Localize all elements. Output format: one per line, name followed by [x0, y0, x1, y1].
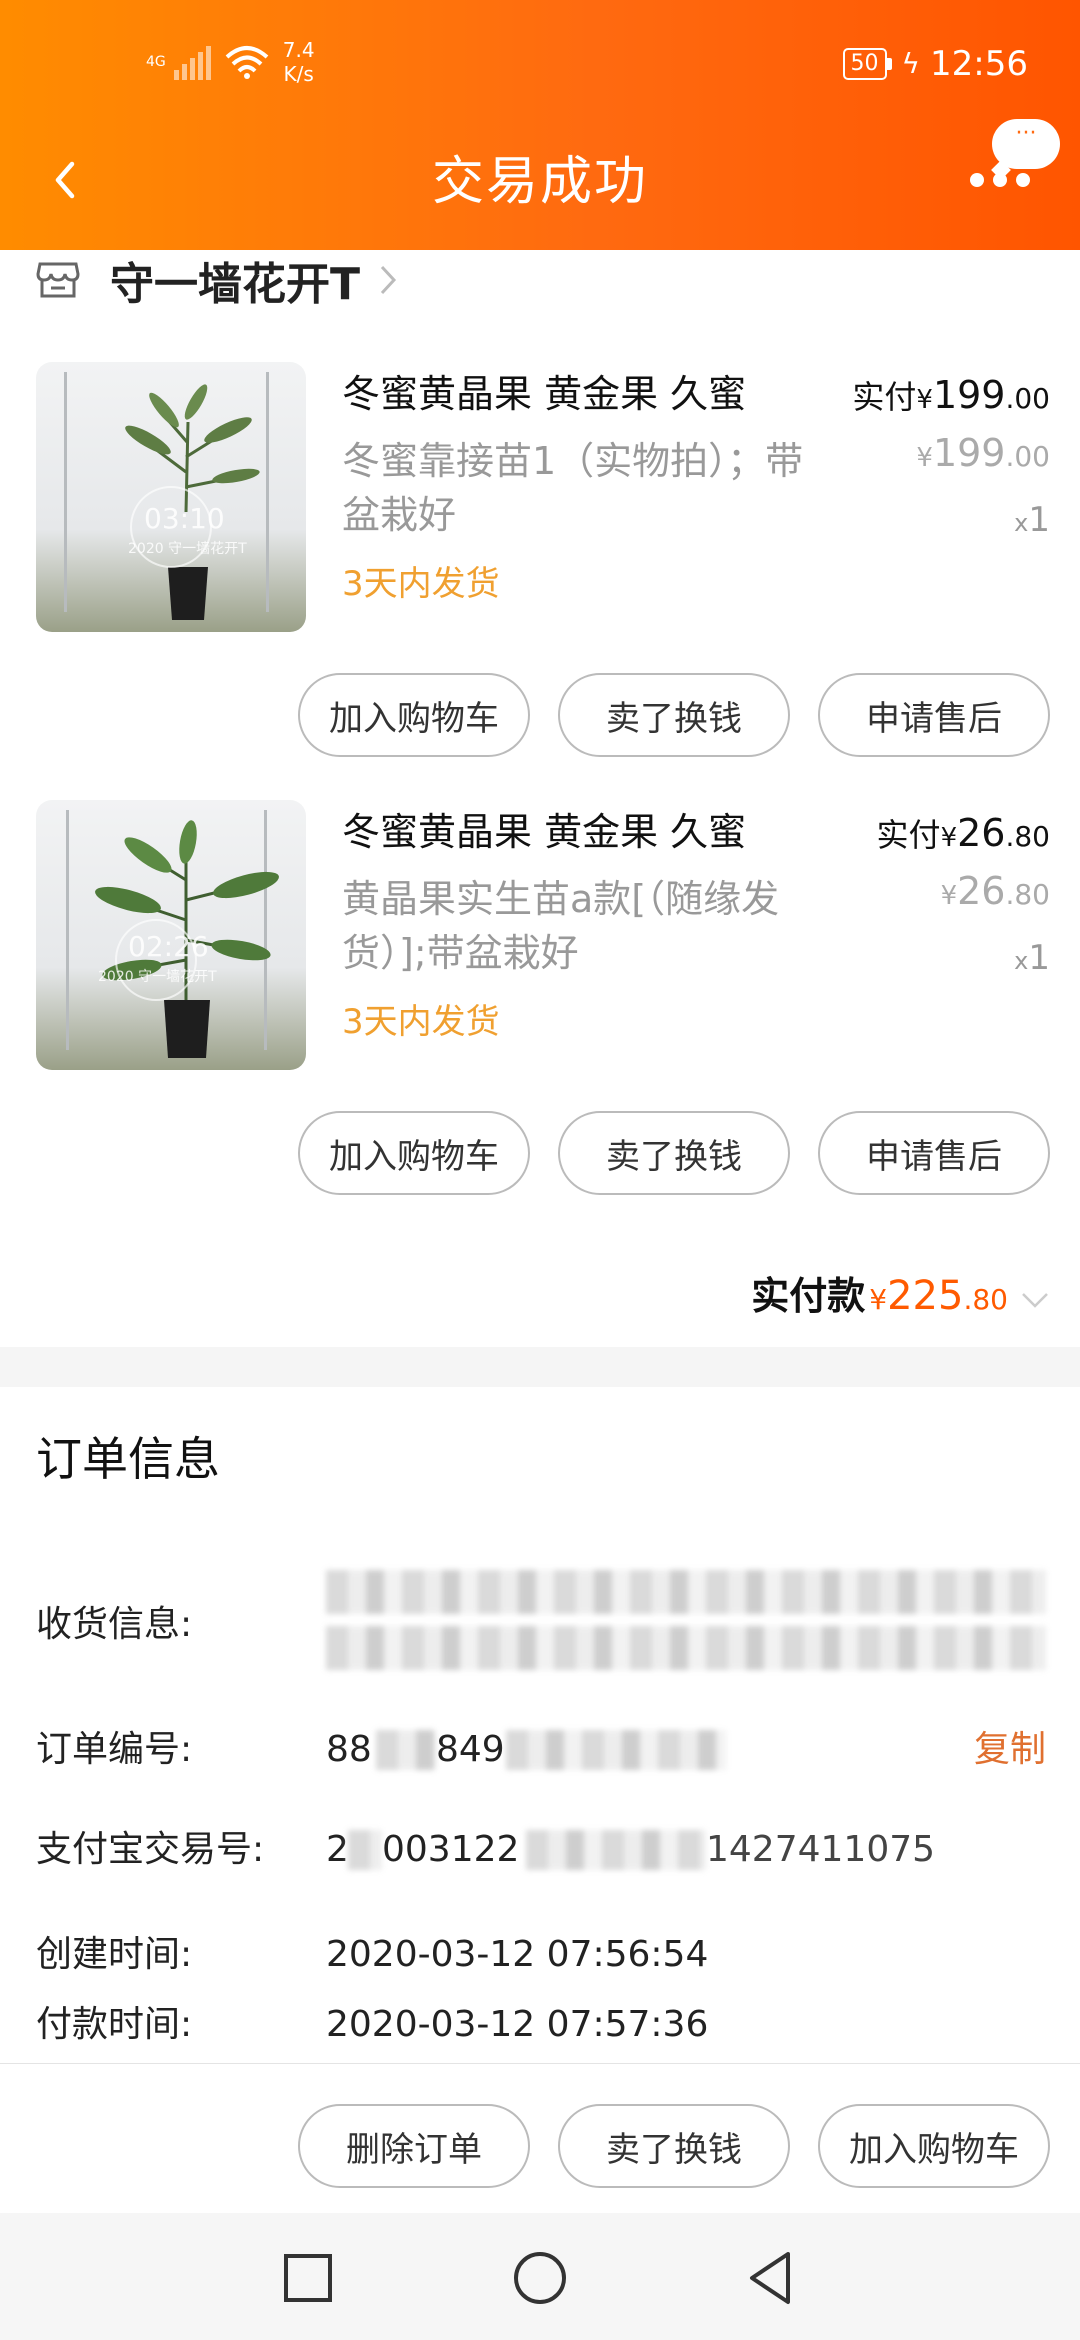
signal-icon [173, 44, 211, 80]
item-shipping: 3天内发货 [342, 564, 500, 604]
item-sku: 黄晶果实生苗a款[（随缘发货）];带盆栽好 [342, 877, 780, 975]
recent-apps-icon[interactable] [278, 2248, 338, 2308]
order-number-mid: 849 [436, 1729, 505, 1770]
alipay-value-mid: 003122 [382, 1829, 520, 1870]
photo-timestamp: 03:10 [144, 502, 225, 535]
receiver-info-row: 收货信息: [36, 1570, 1046, 1680]
status-time: 12:56 [930, 44, 1028, 84]
order-number-value: 88 [326, 1729, 372, 1770]
created-time-label: 创建时间: [36, 1934, 193, 1975]
total-amount: ¥225.80 [869, 1273, 1008, 1319]
charging-icon: ϟ [901, 47, 921, 80]
item-actions: 加入购物车 卖了换钱 申请售后 [298, 1111, 1050, 1195]
created-time-value: 2020-03-12 07:56:54 [326, 1934, 709, 1975]
back-triangle-icon[interactable] [740, 2248, 800, 2308]
order-number-row: 订单编号: 88 849 复制 [36, 1720, 1046, 1780]
app-header: 4G 7.4 K/s 50 ϟ 12:56 交易成功 ··· [0, 0, 1080, 250]
receiver-label: 收货信息: [36, 1604, 193, 1645]
total-payment[interactable]: 实付款 ¥225.80 [751, 1265, 1050, 1320]
redacted-address [326, 1626, 1046, 1670]
battery-icon: 50 [842, 48, 892, 80]
item-paid-price: 实付¥26.80 [876, 811, 1050, 855]
wifi-icon [225, 46, 269, 79]
item-original-price: ¥26.80 [940, 869, 1050, 913]
shop-link[interactable]: 守一墙花开T [36, 250, 398, 310]
redacted-address [326, 1570, 1046, 1614]
redacted-text [348, 1830, 382, 1870]
delete-order-button[interactable]: 删除订单 [298, 2104, 530, 2188]
battery-level: 50 [842, 48, 887, 80]
network-speed: 7.4 K/s [283, 38, 315, 86]
add-to-cart-button[interactable]: 加入购物车 [818, 2104, 1050, 2188]
order-info-card: 订单信息 收货信息: 订单编号: 88 849 复制 支付宝交易号: 2 003… [0, 1387, 1080, 2063]
status-bar-right: 50 ϟ 12:56 [842, 44, 1028, 84]
alipay-number-row: 支付宝交易号: 2 003122 1427411075 [36, 1820, 1046, 1880]
order-item[interactable]: 02:26 2020 守一墙花开T 冬蜜黄晶果 黄金果 久蜜 黄晶果实生苗a款[… [0, 800, 1080, 1070]
alipay-label: 支付宝交易号: [36, 1829, 265, 1870]
photo-caption: 2020 守一墙花开T [98, 969, 217, 985]
item-quantity: x1 [1014, 500, 1050, 540]
product-image: 02:26 2020 守一墙花开T [36, 800, 306, 1070]
after-sales-button[interactable]: 申请售后 [818, 673, 1050, 757]
after-sales-button[interactable]: 申请售后 [818, 1111, 1050, 1195]
item-title: 冬蜜黄晶果 黄金果 久蜜 [342, 810, 747, 854]
home-icon[interactable] [510, 2248, 570, 2308]
system-nav-bar [0, 2213, 1080, 2340]
paid-time-label: 付款时间: [36, 2004, 193, 2045]
resell-button[interactable]: 卖了换钱 [558, 1111, 790, 1195]
item-sku: 冬蜜靠接苗1（实物拍）；带盆栽好 [342, 439, 804, 537]
item-actions: 加入购物车 卖了换钱 申请售后 [298, 673, 1050, 757]
add-to-cart-button[interactable]: 加入购物车 [298, 673, 530, 757]
item-original-price: ¥199.00 [916, 431, 1050, 475]
speed-unit: K/s [283, 62, 314, 86]
product-image: 03:10 2020 守一墙花开T [36, 362, 306, 632]
copy-order-number-button[interactable]: 复制 [974, 1720, 1046, 1780]
redacted-text [526, 1830, 706, 1870]
paid-time-value: 2020-03-12 07:57:36 [326, 2004, 709, 2045]
item-title: 冬蜜黄晶果 黄金果 久蜜 [342, 372, 747, 416]
alipay-value-start: 2 [326, 1829, 349, 1870]
redacted-text [376, 1730, 436, 1770]
network-type: 4G [146, 54, 166, 70]
order-info-title: 订单信息 [36, 1432, 220, 1486]
more-dots-icon [970, 173, 1030, 187]
paid-time-row: 付款时间: 2020-03-12 07:57:36 [36, 1995, 1046, 2055]
order-number-label: 订单编号: [36, 1729, 193, 1770]
chevron-down-icon [1022, 1293, 1048, 1308]
item-quantity: x1 [1014, 938, 1050, 978]
photo-timestamp: 02:26 [128, 930, 209, 963]
total-label: 实付款 [751, 1274, 866, 1318]
store-icon [36, 262, 80, 298]
item-shipping: 3天内发货 [342, 1002, 500, 1042]
status-bar-left: 4G 7.4 K/s [146, 38, 315, 86]
created-time-row: 创建时间: 2020-03-12 07:56:54 [36, 1925, 1046, 1985]
more-menu-button[interactable]: ··· [970, 115, 1070, 195]
resell-button[interactable]: 卖了换钱 [558, 2104, 790, 2188]
redacted-text [506, 1730, 726, 1770]
alipay-value-end: 1427411075 [706, 1829, 936, 1870]
item-paid-price: 实付¥199.00 [852, 373, 1050, 417]
add-to-cart-button[interactable]: 加入购物车 [298, 1111, 530, 1195]
shop-name: 守一墙花开T [110, 259, 361, 310]
chevron-right-icon [380, 265, 397, 295]
bottom-action-bar: 删除订单 卖了换钱 加入购物车 [0, 2063, 1080, 2213]
order-item[interactable]: 03:10 2020 守一墙花开T 冬蜜黄晶果 黄金果 久蜜 冬蜜靠接苗1（实物… [0, 362, 1080, 632]
order-actions: 删除订单 卖了换钱 加入购物车 [298, 2104, 1050, 2188]
order-card: 守一墙花开T 03:10 2020 守一墙花开T 冬蜜黄晶果 黄金果 久蜜 冬蜜… [0, 250, 1080, 1347]
speed-value: 7.4 [282, 38, 315, 62]
photo-caption: 2020 守一墙花开T [128, 541, 247, 557]
page-title: 交易成功 [431, 152, 648, 212]
resell-button[interactable]: 卖了换钱 [558, 673, 790, 757]
